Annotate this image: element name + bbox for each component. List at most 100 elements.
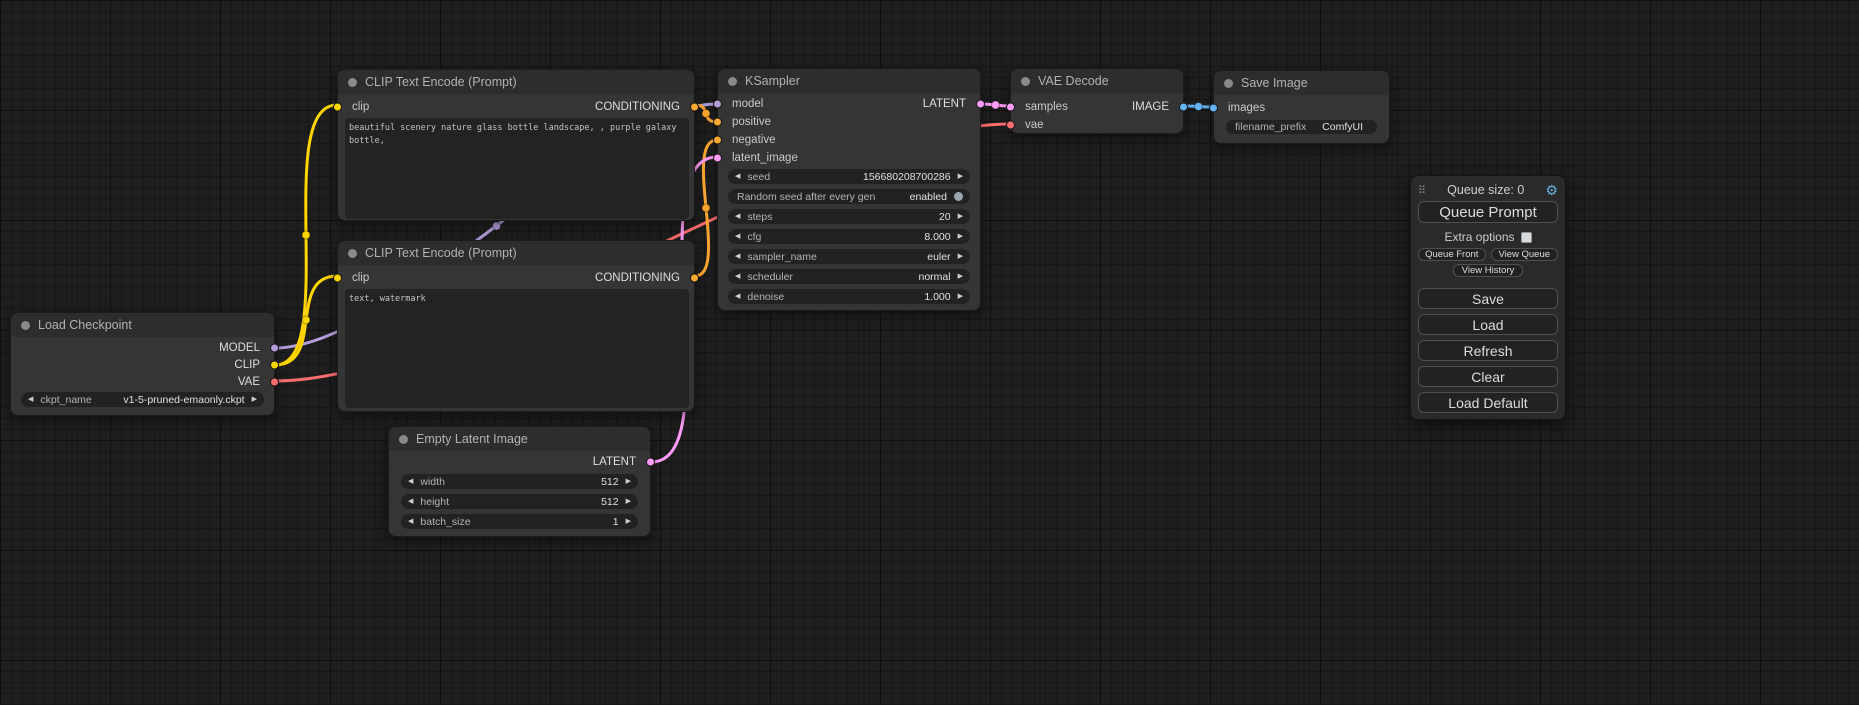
widget-value: normal <box>919 271 951 283</box>
input-slot-samples[interactable] <box>1006 103 1015 112</box>
queue-size-label: Queue size: 0 <box>1426 183 1545 197</box>
output-slot-vae[interactable] <box>270 377 279 386</box>
node-ksampler[interactable]: KSampler model LATENT positive negative … <box>717 68 981 311</box>
node-titlebar[interactable]: CLIP Text Encode (Prompt) <box>338 241 694 265</box>
node-graph-canvas[interactable]: Load Checkpoint MODEL CLIP VAE ◀ ckpt_na… <box>0 0 1859 705</box>
decrement-arrow-icon[interactable]: ◀ <box>735 233 740 240</box>
drag-handle-icon[interactable]: ⠿ <box>1418 184 1426 197</box>
collapse-dot[interactable] <box>1021 77 1030 86</box>
widget-ckpt-name[interactable]: ◀ ckpt_name v1-5-pruned-emaonly.ckpt ▶ <box>21 392 264 407</box>
load-button[interactable]: Load <box>1418 314 1558 335</box>
output-slot-image[interactable] <box>1179 103 1188 112</box>
decrement-arrow-icon[interactable]: ◀ <box>735 173 740 180</box>
output-slot-clip[interactable] <box>270 360 279 369</box>
widget-filename-prefix[interactable]: filename_prefix ComfyUI <box>1226 120 1377 134</box>
collapse-dot[interactable] <box>348 78 357 87</box>
increment-arrow-icon[interactable]: ▶ <box>958 173 963 180</box>
input-label-clip: clip <box>352 101 369 113</box>
widget-scheduler[interactable]: ◀ scheduler normal ▶ <box>728 269 970 284</box>
output-slot-latent[interactable] <box>976 100 985 109</box>
collapse-dot[interactable] <box>1224 79 1233 88</box>
input-label-positive: positive <box>732 116 771 128</box>
output-slot-model[interactable] <box>270 343 279 352</box>
widget-value: v1-5-pruned-emaonly.ckpt <box>123 394 244 406</box>
widget-batch-size[interactable]: ◀ batch_size 1 ▶ <box>401 514 638 529</box>
wire-midpoint-dot <box>302 231 310 239</box>
save-button[interactable]: Save <box>1418 288 1558 309</box>
widget-name: batch_size <box>420 516 470 528</box>
widget-height[interactable]: ◀ height 512 ▶ <box>401 494 638 509</box>
node-save-image[interactable]: Save Image images filename_prefix ComfyU… <box>1213 70 1390 144</box>
toggle-dot-icon[interactable] <box>954 192 963 201</box>
node-titlebar[interactable]: KSampler <box>718 69 980 93</box>
input-slot-latent-image[interactable] <box>713 154 722 163</box>
output-slot-latent[interactable] <box>646 457 655 466</box>
node-empty-latent-image[interactable]: Empty Latent Image LATENT ◀ width 512 ▶ … <box>388 426 651 537</box>
collapse-dot[interactable] <box>348 249 357 258</box>
decrement-arrow-icon[interactable]: ◀ <box>408 518 413 525</box>
positive-prompt-textarea[interactable]: beautiful scenery nature glass bottle la… <box>345 118 689 219</box>
decrement-arrow-icon[interactable]: ◀ <box>28 396 33 403</box>
decrement-arrow-icon[interactable]: ◀ <box>408 478 413 485</box>
clear-button[interactable]: Clear <box>1418 366 1558 387</box>
collapse-dot[interactable] <box>21 321 30 330</box>
queue-prompt-button[interactable]: Queue Prompt <box>1418 201 1558 223</box>
widget-steps[interactable]: ◀ steps 20 ▶ <box>728 209 970 224</box>
input-slot-clip[interactable] <box>333 273 342 282</box>
node-titlebar[interactable]: Load Checkpoint <box>11 313 274 337</box>
decrement-arrow-icon[interactable]: ◀ <box>408 498 413 505</box>
widget-random-seed-toggle[interactable]: Random seed after every gen enabled <box>728 189 970 204</box>
node-titlebar[interactable]: VAE Decode <box>1011 69 1183 93</box>
node-title: CLIP Text Encode (Prompt) <box>365 246 517 260</box>
refresh-button[interactable]: Refresh <box>1418 340 1558 361</box>
input-slot-clip[interactable] <box>333 102 342 111</box>
input-slot-negative[interactable] <box>713 136 722 145</box>
node-titlebar[interactable]: Save Image <box>1214 71 1389 95</box>
increment-arrow-icon[interactable]: ▶ <box>958 293 963 300</box>
increment-arrow-icon[interactable]: ▶ <box>626 518 631 525</box>
widget-denoise[interactable]: ◀ denoise 1.000 ▶ <box>728 289 970 304</box>
input-label-negative: negative <box>732 134 775 146</box>
collapse-dot[interactable] <box>399 435 408 444</box>
node-titlebar[interactable]: Empty Latent Image <box>389 427 650 451</box>
node-title: VAE Decode <box>1038 74 1109 88</box>
widget-width[interactable]: ◀ width 512 ▶ <box>401 474 638 489</box>
increment-arrow-icon[interactable]: ▶ <box>958 213 963 220</box>
wire-midpoint-dot <box>702 110 710 118</box>
output-slot-conditioning[interactable] <box>690 273 699 282</box>
widget-name: ckpt_name <box>40 394 91 406</box>
input-slot-vae[interactable] <box>1006 121 1015 130</box>
node-titlebar[interactable]: CLIP Text Encode (Prompt) <box>338 70 694 94</box>
increment-arrow-icon[interactable]: ▶ <box>626 478 631 485</box>
increment-arrow-icon[interactable]: ▶ <box>958 233 963 240</box>
view-history-button[interactable]: View History <box>1453 264 1523 277</box>
increment-arrow-icon[interactable]: ▶ <box>252 396 257 403</box>
load-default-button[interactable]: Load Default <box>1418 392 1558 413</box>
widget-value: ComfyUI <box>1322 121 1363 133</box>
input-slot-positive[interactable] <box>713 118 722 127</box>
input-slot-images[interactable] <box>1209 104 1218 113</box>
widget-cfg[interactable]: ◀ cfg 8.000 ▶ <box>728 229 970 244</box>
node-clip-text-encode-positive[interactable]: CLIP Text Encode (Prompt) clip CONDITION… <box>337 69 695 221</box>
decrement-arrow-icon[interactable]: ◀ <box>735 253 740 260</box>
node-clip-text-encode-negative[interactable]: CLIP Text Encode (Prompt) clip CONDITION… <box>337 240 695 412</box>
increment-arrow-icon[interactable]: ▶ <box>958 273 963 280</box>
increment-arrow-icon[interactable]: ▶ <box>958 253 963 260</box>
extra-options-checkbox[interactable] <box>1521 232 1532 243</box>
widget-sampler-name[interactable]: ◀ sampler_name euler ▶ <box>728 249 970 264</box>
widget-seed[interactable]: ◀ seed 156680208700286 ▶ <box>728 169 970 184</box>
settings-gear-icon[interactable]: ⚙ <box>1545 183 1558 197</box>
negative-prompt-textarea[interactable]: text, watermark <box>345 289 689 408</box>
node-load-checkpoint[interactable]: Load Checkpoint MODEL CLIP VAE ◀ ckpt_na… <box>10 312 275 416</box>
node-title: Save Image <box>1241 76 1308 90</box>
decrement-arrow-icon[interactable]: ◀ <box>735 293 740 300</box>
view-queue-button[interactable]: View Queue <box>1491 248 1559 261</box>
node-vae-decode[interactable]: VAE Decode samples IMAGE vae <box>1010 68 1184 134</box>
increment-arrow-icon[interactable]: ▶ <box>626 498 631 505</box>
output-slot-conditioning[interactable] <box>690 102 699 111</box>
input-slot-model[interactable] <box>713 100 722 109</box>
decrement-arrow-icon[interactable]: ◀ <box>735 273 740 280</box>
queue-front-button[interactable]: Queue Front <box>1418 248 1486 261</box>
collapse-dot[interactable] <box>728 77 737 86</box>
decrement-arrow-icon[interactable]: ◀ <box>735 213 740 220</box>
